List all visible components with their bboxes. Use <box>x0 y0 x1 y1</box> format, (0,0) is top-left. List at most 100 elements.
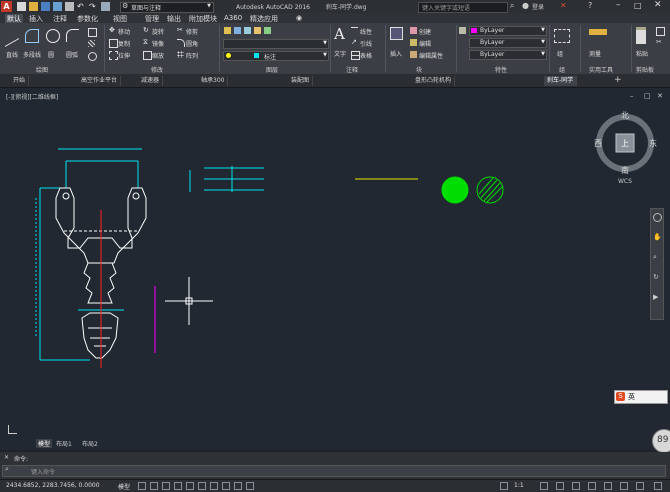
stretch-button[interactable]: 拉伸 <box>118 51 130 60</box>
layer-isolate-icon[interactable] <box>264 27 271 34</box>
doc-tab-platform[interactable]: 高空作业平台 <box>78 76 122 86</box>
full-navigation-wheel-icon[interactable] <box>653 213 662 222</box>
compass-east[interactable]: 东 <box>649 138 657 149</box>
tab-a360[interactable]: A360 <box>224 14 242 22</box>
compass-west[interactable]: 西 <box>594 138 602 149</box>
osnap-icon[interactable] <box>210 482 218 490</box>
text-button[interactable]: A 文字 <box>332 25 350 63</box>
rectangle-icon[interactable] <box>88 28 97 37</box>
customization-menu-icon[interactable] <box>654 482 662 490</box>
layers-panel-label[interactable]: 图层 <box>266 65 278 74</box>
save-as-icon[interactable] <box>53 2 62 11</box>
copy-button[interactable]: 复制 <box>118 39 130 48</box>
array-button[interactable]: 阵列 <box>186 51 198 60</box>
paste-button[interactable]: 粘贴 <box>636 49 648 58</box>
view-cube-top-face[interactable]: 上 <box>621 138 629 149</box>
ortho-icon[interactable] <box>162 482 170 490</box>
command-input[interactable]: 键入命令 <box>31 467 55 476</box>
search-icon[interactable]: ⌕ <box>510 1 514 11</box>
search-input[interactable]: 键入关键字或短语 <box>422 3 470 12</box>
redo-icon[interactable]: ↷ <box>89 2 98 11</box>
orbit-icon[interactable]: ↻ <box>653 273 659 281</box>
new-tab-icon[interactable]: + <box>614 75 622 85</box>
isodraft-icon[interactable] <box>186 482 194 490</box>
help-icon[interactable]: ? <box>588 1 592 10</box>
coordinates-readout[interactable]: 2434.6852, 2283.7456, 0.0000 <box>6 482 100 489</box>
match-properties-icon[interactable] <box>459 27 466 34</box>
workspace-dropdown[interactable]: ⚙ 草图与注释 ▼ <box>120 2 214 13</box>
doc-tab-start[interactable]: 开始 <box>10 76 30 86</box>
navigation-bar[interactable]: ✋ ⌕ ↻ ▶ <box>650 208 664 320</box>
properties-panel-label[interactable]: 特性 <box>495 65 507 74</box>
pan-icon[interactable]: ✋ <box>653 233 662 241</box>
osnap-tracking-icon[interactable] <box>198 482 206 490</box>
copy-clip-icon[interactable] <box>656 27 665 36</box>
draw-panel-label[interactable]: 绘图 <box>36 65 48 74</box>
user-icon[interactable]: ● <box>522 1 529 10</box>
leader-button[interactable]: 引线 <box>360 39 372 48</box>
annotation-visibility-icon[interactable] <box>500 482 508 490</box>
exchange-icon[interactable]: ✕ <box>560 1 567 10</box>
group-button[interactable]: 组 <box>557 49 563 58</box>
maximize-icon[interactable]: □ <box>634 1 642 10</box>
command-input-box[interactable]: ⌕ 键入命令 <box>2 465 666 477</box>
layer-state-dropdown[interactable]: ▼ <box>223 39 329 49</box>
layer-state-icon[interactable] <box>234 27 241 34</box>
app-logo-icon[interactable]: A <box>1 1 12 12</box>
lineweight-dropdown[interactable]: ByLayer ▼ <box>469 38 547 48</box>
doc-tab-brake[interactable]: 刹车-同学 <box>544 76 578 86</box>
compass-south[interactable]: 南 <box>621 165 629 176</box>
undo-icon[interactable]: ↶ <box>77 2 86 11</box>
linear-button[interactable]: 线性 <box>360 27 372 36</box>
draw-more-icon[interactable] <box>88 52 97 61</box>
transparency-icon[interactable] <box>234 482 242 490</box>
annotation-scale[interactable]: 1:1 <box>514 482 524 489</box>
ribbon-toggle-icon[interactable]: ◉ <box>296 14 302 22</box>
layer-properties-icon[interactable] <box>224 27 231 34</box>
layer-lock-icon[interactable] <box>254 27 261 34</box>
model-space-button[interactable]: 模型 <box>118 482 130 491</box>
annotation-panel-label[interactable]: 注释 <box>346 65 358 74</box>
open-file-icon[interactable] <box>29 2 38 11</box>
wcs-label[interactable]: WCS <box>618 178 632 185</box>
showmotion-icon[interactable]: ▶ <box>653 293 658 301</box>
line-button[interactable]: 直线 <box>3 23 23 62</box>
sign-in-label[interactable]: 登录 <box>532 2 544 11</box>
doc-tab-assembly[interactable]: 装配图 <box>288 76 314 86</box>
rotate-button[interactable]: 旋转 <box>152 27 164 36</box>
utilities-panel-label[interactable]: 实用工具 <box>589 65 613 74</box>
arc-button[interactable]: 圆弧 <box>63 26 83 62</box>
drawing-viewport[interactable]: [-][俯视][二维线框] – □ ✕ 北 南 东 西 上 WCS ✋ ⌕ ↻ … <box>0 88 670 453</box>
command-close-icon[interactable]: ✕ <box>4 454 9 461</box>
scale-button[interactable]: 缩放 <box>152 51 164 60</box>
doc-tab-cam[interactable]: 盘形凸轮机构 <box>412 76 456 86</box>
measure-button[interactable]: 测量 <box>589 49 601 58</box>
edit-block-button[interactable]: 编辑 <box>419 39 431 48</box>
save-icon[interactable] <box>41 2 50 11</box>
current-layer-dropdown[interactable]: 标注 ▼ <box>223 51 329 61</box>
cut-icon[interactable]: ✂ <box>656 39 663 46</box>
grid-icon[interactable] <box>138 482 146 490</box>
modify-panel-label[interactable]: 修改 <box>151 65 163 74</box>
hatch-icon[interactable] <box>88 40 95 47</box>
share-icon[interactable] <box>101 2 110 11</box>
linetype-dropdown[interactable]: ByLayer ▼ <box>469 50 547 60</box>
table-button[interactable]: 表格 <box>360 51 372 60</box>
snap-icon[interactable] <box>150 482 158 490</box>
plot-icon[interactable] <box>65 2 74 11</box>
annotation-monitor-icon[interactable] <box>556 482 564 490</box>
edit-attributes-button[interactable]: 编辑属性 <box>419 51 443 60</box>
quick-properties-icon[interactable] <box>588 482 596 490</box>
isolate-objects-icon[interactable] <box>620 482 628 490</box>
create-block-button[interactable]: 创建 <box>419 27 431 36</box>
search-box[interactable]: 键入关键字或短语 <box>418 2 508 13</box>
doc-tab-reducer[interactable]: 减速器 <box>138 76 164 86</box>
minimize-icon[interactable]: – <box>616 0 621 10</box>
close-icon[interactable]: ✕ <box>654 0 662 10</box>
layer-freeze-icon[interactable] <box>244 27 251 34</box>
fillet-button[interactable]: 圆角 <box>186 39 198 48</box>
mirror-button[interactable]: 镜像 <box>152 39 164 48</box>
drawing-canvas[interactable] <box>0 88 670 450</box>
hardware-acceleration-icon[interactable] <box>636 482 644 490</box>
compass-north[interactable]: 北 <box>621 110 629 121</box>
